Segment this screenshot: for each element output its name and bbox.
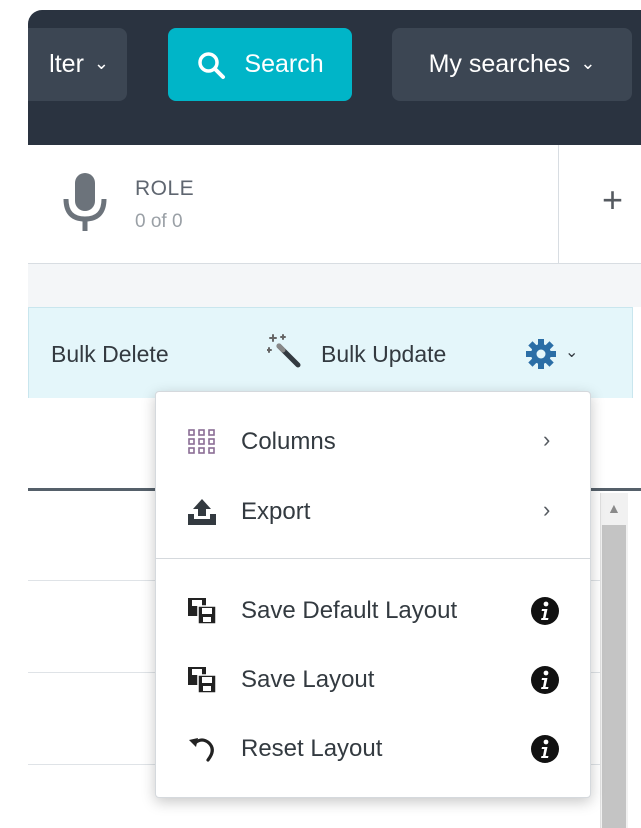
menu-item-label: Export xyxy=(241,498,311,525)
menu-item-save-layout[interactable]: Save Layout xyxy=(156,649,590,709)
grid-icon xyxy=(188,429,215,454)
magic-wand-icon xyxy=(267,334,301,368)
filter-button[interactable]: lter ⌄ xyxy=(28,28,127,101)
menu-item-save-default-layout[interactable]: Save Default Layout xyxy=(156,580,590,640)
save-copy-icon xyxy=(188,667,217,694)
menu-item-reset-layout[interactable]: Reset Layout xyxy=(156,718,590,778)
filter-button-label: lter xyxy=(49,50,84,78)
role-label: ROLE xyxy=(135,177,195,200)
chevron-right-icon: › xyxy=(543,497,551,522)
undo-icon xyxy=(189,738,214,762)
info-icon[interactable] xyxy=(530,596,560,626)
microphone-icon xyxy=(63,173,107,231)
search-button-label: Search xyxy=(244,50,324,78)
menu-item-label: Save Layout xyxy=(241,666,375,693)
top-toolbar: lter ⌄ Search My searches ⌄ xyxy=(28,10,641,145)
my-searches-label: My searches xyxy=(428,50,571,78)
menu-item-label: Columns xyxy=(241,428,336,455)
bulk-update-button[interactable]: Bulk Update xyxy=(321,341,446,368)
menu-item-columns[interactable]: Columns › xyxy=(156,411,590,471)
role-count: 0 of 0 xyxy=(135,211,183,232)
save-copy-icon xyxy=(188,598,217,625)
add-button[interactable]: + xyxy=(602,179,623,221)
info-icon[interactable] xyxy=(530,665,560,695)
bulk-action-bar: Bulk Delete Bulk Update ⌄ xyxy=(28,307,633,399)
scroll-up-arrow-icon[interactable]: ▲ xyxy=(607,500,621,516)
my-searches-button[interactable]: My searches ⌄ xyxy=(392,28,632,101)
chevron-down-icon[interactable]: ⌄ xyxy=(565,342,578,362)
menu-item-export[interactable]: Export › xyxy=(156,481,590,541)
scrollbar-thumb[interactable] xyxy=(602,525,626,828)
menu-item-label: Save Default Layout xyxy=(241,597,458,624)
search-icon xyxy=(198,51,226,79)
settings-dropdown-menu: Columns › Export › Save Default Layout S… xyxy=(155,391,591,798)
divider xyxy=(558,145,559,263)
search-button[interactable]: Search xyxy=(168,28,352,101)
section-gap xyxy=(28,264,641,307)
chevron-down-icon: ⌄ xyxy=(580,53,596,73)
chevron-right-icon: › xyxy=(543,427,551,452)
role-summary: ROLE 0 of 0 + xyxy=(28,145,641,264)
gear-icon[interactable] xyxy=(526,339,556,369)
info-icon[interactable] xyxy=(530,734,560,764)
menu-item-label: Reset Layout xyxy=(241,735,383,762)
bulk-delete-button[interactable]: Bulk Delete xyxy=(51,341,169,368)
chevron-down-icon: ⌄ xyxy=(93,53,109,73)
menu-divider xyxy=(156,558,590,559)
upload-icon xyxy=(188,499,216,525)
